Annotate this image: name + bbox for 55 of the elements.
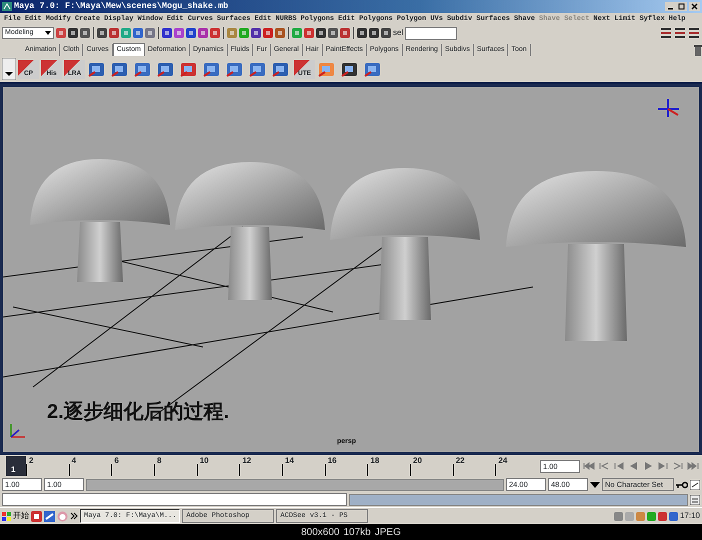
frame-label: 10: [200, 455, 209, 467]
window-title: Maya 7.0: F:\Maya\Mew\scenes\Mogu_shake.mb: [14, 0, 228, 13]
dropdown-caret-icon[interactable]: [590, 482, 600, 488]
image-info-text: JPEG: [374, 526, 401, 540]
more-chevron-icon[interactable]: [70, 512, 78, 520]
current-frame-marker[interactable]: 1: [6, 456, 26, 476]
app-icon: [2, 2, 12, 11]
frame-label: 20: [413, 455, 422, 467]
panel-icon[interactable]: [688, 27, 700, 39]
minimize-icon[interactable]: [665, 2, 676, 11]
step-back-key-icon[interactable]: [597, 460, 610, 472]
frame-label: 16: [328, 455, 337, 467]
image-info-text: 800x600: [301, 526, 340, 540]
key-icon[interactable]: [676, 480, 688, 488]
shelf-menu-icon[interactable]: [2, 58, 16, 80]
separator-icon: [92, 27, 95, 39]
axis-icon: [10, 423, 26, 438]
step-forward-frame-icon[interactable]: [657, 460, 670, 472]
caret-icon: [45, 31, 51, 35]
quick-launch-icon[interactable]: [44, 510, 55, 522]
preferences-icon[interactable]: [690, 480, 700, 490]
command-line-field[interactable]: [2, 493, 347, 506]
frame-label: 8: [157, 455, 162, 467]
clock-text: 17:10: [680, 510, 700, 522]
caption-text: 2.逐步细化后的过程.: [47, 400, 230, 425]
frame-label: 6: [114, 455, 119, 467]
frame-label: 14: [285, 455, 294, 467]
close-icon[interactable]: [689, 2, 700, 11]
frame-label: 24: [498, 455, 508, 467]
frame-label: 2: [29, 455, 34, 467]
trash-icon[interactable]: [694, 45, 702, 56]
selection-field[interactable]: [405, 26, 458, 40]
go-to-end-icon[interactable]: [687, 460, 700, 472]
frame-label: 18: [370, 455, 380, 467]
go-to-start-icon[interactable]: [582, 460, 595, 472]
frame-label: 22: [456, 455, 465, 467]
script-editor-icon[interactable]: [690, 494, 700, 504]
maximize-icon[interactable]: [676, 2, 687, 11]
panel-icon[interactable]: [674, 27, 686, 39]
separator-icon: [222, 27, 225, 39]
frame-label: 4: [72, 455, 76, 467]
range-slider-bar[interactable]: [87, 480, 503, 490]
image-info-text: 107kb: [344, 526, 371, 540]
step-forward-key-icon[interactable]: [672, 460, 685, 472]
separator-icon: [157, 27, 160, 39]
frame-label: 12: [242, 455, 252, 467]
panel-icon[interactable]: [660, 27, 672, 39]
quick-launch-icon[interactable]: [31, 510, 42, 522]
selection-label: sel: [393, 27, 404, 39]
step-back-frame-icon[interactable]: [612, 460, 625, 472]
separator-icon: [352, 27, 355, 39]
start-button[interactable]: 开始: [2, 510, 29, 522]
view-axis-icon: [657, 98, 680, 118]
separator-icon: [287, 27, 290, 39]
windows-logo-icon: [2, 512, 11, 520]
